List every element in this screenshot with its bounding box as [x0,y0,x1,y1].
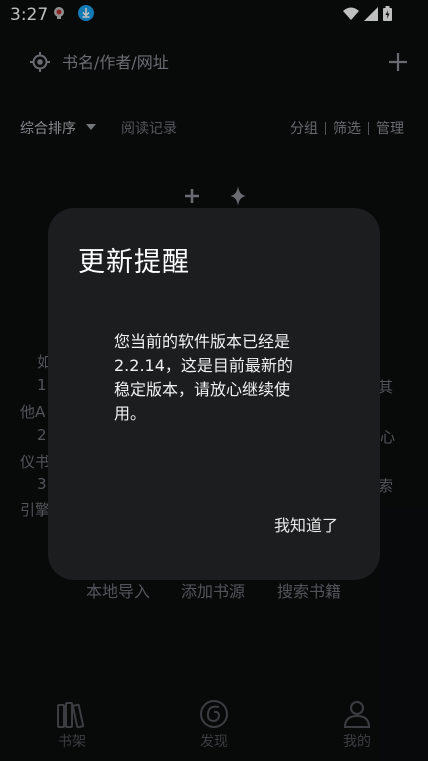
update-dialog: 更新提醒 您当前的软件版本已经是 2.2.14，这是目前最新的 稳定版本，请放心… [48,208,380,580]
dialog-message: 您当前的软件版本已经是 2.2.14，这是目前最新的 稳定版本，请放心继续使 用… [114,332,293,423]
acknowledge-button[interactable]: 我知道了 [274,512,338,536]
dialog-title: 更新提醒 [78,247,190,278]
